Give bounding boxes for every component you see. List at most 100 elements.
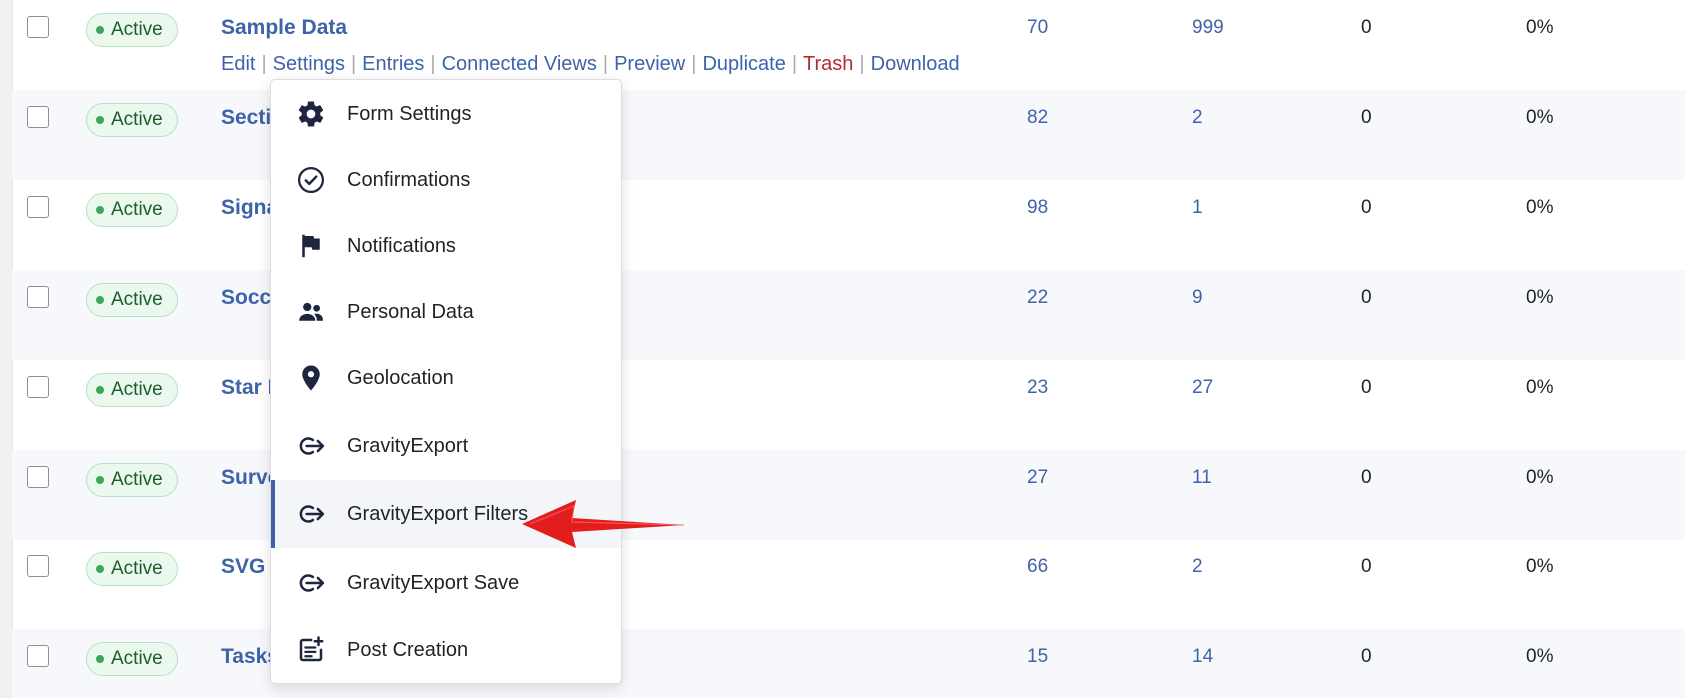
conversion-rate: 0% (1526, 17, 1554, 38)
status-badge[interactable]: Active (86, 283, 178, 317)
status-label: Active (111, 289, 163, 310)
entries-count[interactable]: 999 (1192, 17, 1224, 39)
table-row: Active Surve 27 11 0 0% (12, 450, 1685, 540)
connected-views-link[interactable]: Connected Views (442, 53, 597, 75)
status-badge[interactable]: Active (86, 13, 178, 47)
views-count: 0 (1361, 17, 1372, 38)
views-count: 0 (1361, 197, 1372, 218)
status-badge[interactable]: Active (86, 193, 178, 227)
trash-link[interactable]: Trash (803, 53, 853, 75)
row-actions: Edit | Settings | Entries | Connected Views | Pr… (221, 53, 960, 76)
conversion-rate: 0% (1526, 646, 1554, 667)
table-row: Active Star F 23 27 0 0% (12, 360, 1685, 450)
menu-item-label: Notifications (347, 234, 456, 257)
menu-item-gravityexport[interactable]: GravityExport (271, 412, 621, 480)
duplicate-link[interactable]: Duplicate (702, 53, 785, 75)
status-badge[interactable]: Active (86, 552, 178, 586)
edit-link[interactable]: Edit (221, 53, 255, 75)
table-row: Active Sectio 82 2 0 0% (12, 90, 1685, 180)
menu-item-label: GravityExport Save (347, 571, 520, 594)
download-link[interactable]: Download (871, 53, 960, 75)
table-row: Active Socce 22 9 0 0% (12, 270, 1685, 360)
row-checkbox[interactable] (27, 555, 49, 577)
status-dot (96, 565, 104, 573)
form-id[interactable]: 15 (1027, 646, 1048, 668)
row-checkbox[interactable] (27, 196, 49, 218)
menu-item-geolocation[interactable]: Geolocation (271, 344, 621, 412)
status-badge[interactable]: Active (86, 642, 178, 676)
table-row: Active Sample Data 70 999 0 0% Edit | Sett… (12, 0, 1685, 90)
form-id[interactable]: 22 (1027, 287, 1048, 309)
separator: | (350, 53, 357, 75)
status-label: Active (111, 379, 163, 400)
row-checkbox[interactable] (27, 466, 49, 488)
menu-item-gravityexport-save[interactable]: GravityExport Save (271, 549, 621, 617)
entries-count[interactable]: 9 (1192, 287, 1203, 309)
entries-link[interactable]: Entries (362, 53, 424, 75)
form-id[interactable]: 66 (1027, 556, 1048, 578)
export-arrow-icon (295, 430, 327, 462)
form-title-link[interactable]: Sample Data (221, 16, 347, 40)
menu-item-form-settings[interactable]: Form Settings (271, 80, 621, 148)
row-checkbox[interactable] (27, 645, 49, 667)
menu-item-label: Post Creation (347, 638, 469, 661)
entries-count[interactable]: 11 (1192, 467, 1212, 489)
status-badge[interactable]: Active (86, 103, 178, 137)
row-checkbox[interactable] (27, 286, 49, 308)
menu-item-label: Personal Data (347, 300, 474, 323)
row-checkbox[interactable] (27, 376, 49, 398)
preview-link[interactable]: Preview (614, 53, 685, 75)
status-badge[interactable]: Active (86, 463, 178, 497)
conversion-rate: 0% (1526, 467, 1554, 488)
status-dot (96, 296, 104, 304)
views-count: 0 (1361, 556, 1372, 577)
status-dot (96, 26, 104, 34)
flag-icon (295, 230, 327, 262)
map-pin-icon (295, 362, 327, 394)
status-dot (96, 206, 104, 214)
status-badge[interactable]: Active (86, 373, 178, 407)
row-checkbox[interactable] (27, 16, 49, 38)
menu-item-label: Form Settings (347, 102, 472, 125)
form-id[interactable]: 82 (1027, 107, 1048, 129)
form-id[interactable]: 23 (1027, 377, 1048, 399)
menu-item-label: Geolocation (347, 366, 454, 389)
row-checkbox[interactable] (27, 106, 49, 128)
separator: | (791, 53, 798, 75)
table-row: Active Signa 98 1 0 0% (12, 180, 1685, 270)
entries-count[interactable]: 2 (1192, 107, 1203, 129)
check-circle-icon (295, 164, 327, 196)
separator: | (859, 53, 865, 75)
entries-count[interactable]: 27 (1192, 377, 1213, 399)
menu-item-label: GravityExport Filters (347, 502, 529, 525)
conversion-rate: 0% (1526, 197, 1554, 218)
menu-item-post-creation[interactable]: Post Creation (271, 616, 621, 684)
separator: | (691, 53, 697, 75)
gear-icon (295, 98, 327, 130)
table-row: Active SVG f 66 2 0 0% (12, 539, 1685, 629)
status-label: Active (111, 19, 163, 40)
form-id[interactable]: 27 (1027, 467, 1048, 489)
table-row: Active Tasks 15 14 0 0% (12, 629, 1685, 698)
views-count: 0 (1361, 467, 1372, 488)
conversion-rate: 0% (1526, 107, 1554, 128)
status-dot (96, 655, 104, 663)
post-add-icon (295, 634, 327, 666)
entries-count[interactable]: 14 (1192, 646, 1213, 668)
entries-count[interactable]: 2 (1192, 556, 1203, 578)
entries-count[interactable]: 1 (1192, 197, 1203, 219)
users-icon (295, 296, 327, 328)
menu-item-confirmations[interactable]: Confirmations (271, 146, 621, 214)
status-label: Active (111, 469, 163, 490)
form-id[interactable]: 98 (1027, 197, 1048, 219)
status-dot (96, 116, 104, 124)
conversion-rate: 0% (1526, 377, 1554, 398)
export-arrow-icon (295, 498, 327, 530)
views-count: 0 (1361, 377, 1372, 398)
menu-item-personal-data[interactable]: Personal Data (271, 278, 621, 346)
form-id[interactable]: 70 (1027, 17, 1048, 39)
separator: | (261, 53, 267, 75)
settings-link[interactable]: Settings (273, 53, 345, 75)
separator: | (602, 53, 609, 75)
menu-item-notifications[interactable]: Notifications (271, 212, 621, 280)
